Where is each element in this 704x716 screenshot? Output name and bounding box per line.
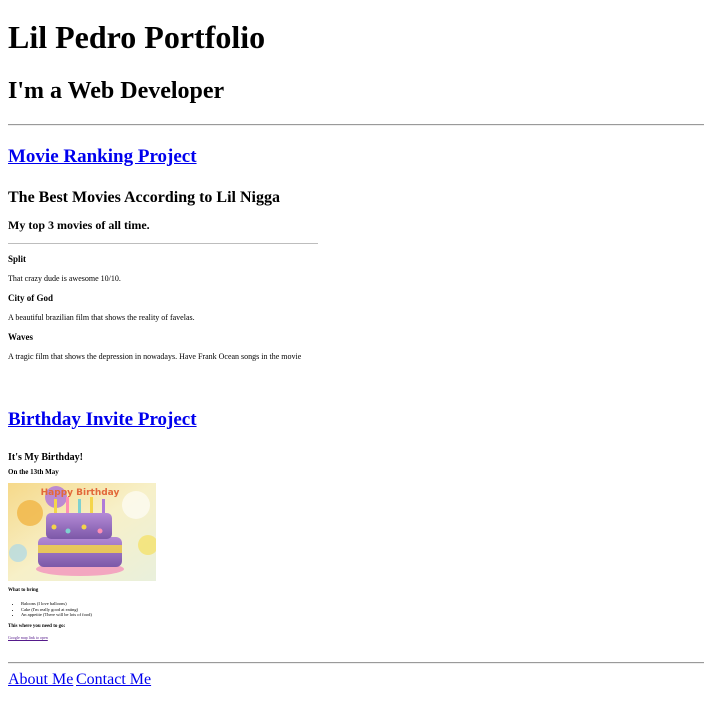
movie-description: A beautiful brazilian film that shows th… <box>8 313 195 322</box>
birthday-heading: It's My Birthday! <box>8 452 83 463</box>
movie-description: That crazy dude is awesome 10/10. <box>8 274 121 283</box>
location-heading: This where you need to go: <box>8 624 66 629</box>
birthday-cake-image: Happy Birthday <box>8 483 156 581</box>
contact-me-link[interactable]: Contact Me <box>76 671 151 689</box>
movie-title: Waves <box>8 332 34 342</box>
bring-heading: What to bring <box>8 588 39 593</box>
bring-list: Baloons (I love balloons) Cake (I'm real… <box>8 601 92 618</box>
movie-title: Split <box>8 254 27 264</box>
birthday-date: On the 13th May <box>8 468 59 476</box>
birthday-invite-project-link[interactable]: Birthday Invite Project <box>8 409 197 431</box>
movie-divider <box>8 243 318 244</box>
birthday-invite-embed: It's My Birthday! On the 13th May Happy … <box>8 446 328 646</box>
page-title: Lil Pedro Portfolio <box>8 19 266 55</box>
header-divider <box>8 124 704 126</box>
movie-page-subheading: My top 3 movies of all time. <box>8 218 150 232</box>
page-subtitle: I'm a Web Developer <box>8 78 225 104</box>
movie-ranking-project-link[interactable]: Movie Ranking Project <box>8 146 197 168</box>
google-map-link[interactable]: Google map link to open <box>8 635 48 640</box>
movie-page-heading: The Best Movies According to Lil Nigga <box>8 189 280 206</box>
cake-topper-text: Happy Birthday <box>41 488 120 498</box>
list-item: An appetite (There will be lots of food) <box>21 612 92 618</box>
about-me-link[interactable]: About Me <box>8 671 73 689</box>
footer-divider <box>8 662 704 664</box>
movie-title: City of God <box>8 293 53 303</box>
movie-ranking-embed: The Best Movies According to Lil Nigga M… <box>8 180 328 380</box>
movie-description: A tragic film that shows the depression … <box>8 352 302 361</box>
